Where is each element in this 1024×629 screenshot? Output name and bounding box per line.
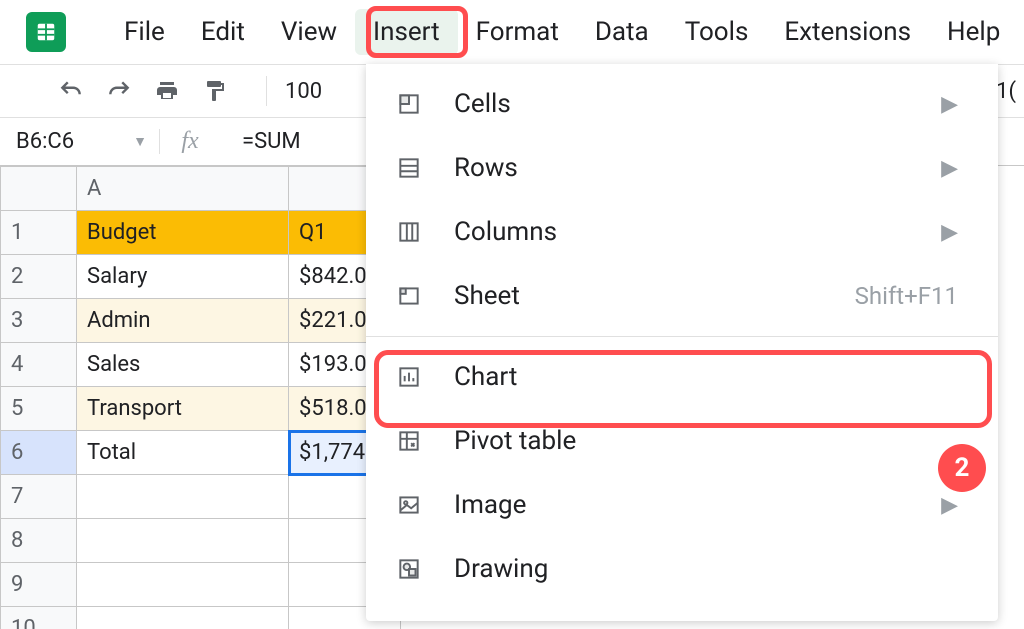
row-header[interactable]: 10 (1, 607, 77, 629)
menu-item-label: Pivot table (454, 426, 576, 456)
chevron-right-icon: ▶ (941, 156, 958, 181)
cell[interactable]: Admin (77, 299, 289, 343)
menu-item-pivot-table[interactable]: Pivot table (366, 409, 998, 473)
undo-icon[interactable] (56, 76, 86, 106)
menu-item-image[interactable]: Image ▶ (366, 473, 998, 537)
menu-item-label: Drawing (454, 554, 548, 584)
insert-menu: Cells ▶ Rows ▶ Columns ▶ Sheet Shift+F11 Chart Pi… (366, 64, 998, 621)
menu-insert[interactable]: Insert (355, 9, 458, 55)
menu-extensions[interactable]: Extensions (766, 9, 929, 55)
menu-item-rows[interactable]: Rows ▶ (366, 136, 998, 200)
column-header-A[interactable]: A (77, 167, 289, 211)
row-header[interactable]: 6 (1, 431, 77, 475)
menubar: FileEditViewInsertFormatDataToolsExtensi… (0, 0, 1024, 64)
cell[interactable] (77, 475, 289, 519)
annotation-step-badge: 2 (938, 444, 986, 492)
menu-item-chart[interactable]: Chart (366, 345, 998, 409)
menu-tools[interactable]: Tools (667, 9, 767, 55)
menu-item-sheet[interactable]: Sheet Shift+F11 (366, 264, 998, 328)
chevron-right-icon: ▶ (941, 92, 958, 117)
menu-format[interactable]: Format (458, 9, 577, 55)
menu-separator (366, 336, 998, 337)
menu-data[interactable]: Data (577, 9, 667, 55)
row-header[interactable]: 9 (1, 563, 77, 607)
fx-label: fx (160, 128, 220, 155)
menu-item-label: Image (454, 490, 526, 520)
row-header[interactable]: 7 (1, 475, 77, 519)
cells-icon (394, 89, 424, 119)
row-header[interactable]: 1 (1, 211, 77, 255)
menu-help[interactable]: Help (929, 9, 1018, 55)
menu-edit[interactable]: Edit (183, 9, 263, 55)
columns-icon (394, 217, 424, 247)
row-header[interactable]: 5 (1, 387, 77, 431)
menu-item-columns[interactable]: Columns ▶ (366, 200, 998, 264)
chart-icon (394, 362, 424, 392)
cell[interactable]: Sales (77, 343, 289, 387)
name-box[interactable]: B6:C6 ▼ (0, 129, 160, 154)
menu-item-label: Rows (454, 153, 518, 183)
pivot-icon (394, 426, 424, 456)
cell[interactable]: Budget (77, 211, 289, 255)
menu-item-label: Columns (454, 217, 557, 247)
menu-shortcut: Shift+F11 (855, 282, 958, 310)
chevron-down-icon: ▼ (133, 133, 147, 150)
redo-icon[interactable] (104, 76, 134, 106)
sheets-logo (26, 12, 66, 52)
sheet-icon (394, 281, 424, 311)
menu-item-cells[interactable]: Cells ▶ (366, 72, 998, 136)
cell[interactable]: Total (77, 431, 289, 475)
rows-icon (394, 153, 424, 183)
toolbar-divider (266, 76, 267, 106)
name-box-value: B6:C6 (16, 129, 74, 154)
menu-file[interactable]: File (106, 9, 183, 55)
print-icon[interactable] (152, 76, 182, 106)
chevron-right-icon: ▶ (941, 220, 958, 245)
cell[interactable] (77, 563, 289, 607)
chevron-right-icon: ▶ (941, 493, 958, 518)
zoom-level-left[interactable]: 100 (285, 79, 322, 104)
row-header[interactable]: 4 (1, 343, 77, 387)
cell[interactable] (77, 519, 289, 563)
row-header[interactable]: 2 (1, 255, 77, 299)
menu-item-drawing[interactable]: Drawing (366, 537, 998, 601)
image-icon (394, 490, 424, 520)
cell[interactable]: Salary (77, 255, 289, 299)
zoom-level-right: 1( (996, 79, 1024, 104)
menu-view[interactable]: View (263, 9, 355, 55)
menu-item-label: Cells (454, 89, 511, 119)
sheets-icon (35, 21, 57, 43)
row-header[interactable]: 3 (1, 299, 77, 343)
drawing-icon (394, 554, 424, 584)
formula-input[interactable]: =SUM (220, 129, 301, 154)
menu-item-label: Sheet (454, 281, 520, 311)
row-header[interactable]: 8 (1, 519, 77, 563)
cell[interactable]: Transport (77, 387, 289, 431)
menu-item-label: Chart (454, 362, 517, 392)
paint-format-icon[interactable] (200, 76, 230, 106)
select-all-corner[interactable] (1, 167, 77, 211)
cell[interactable] (77, 607, 289, 629)
